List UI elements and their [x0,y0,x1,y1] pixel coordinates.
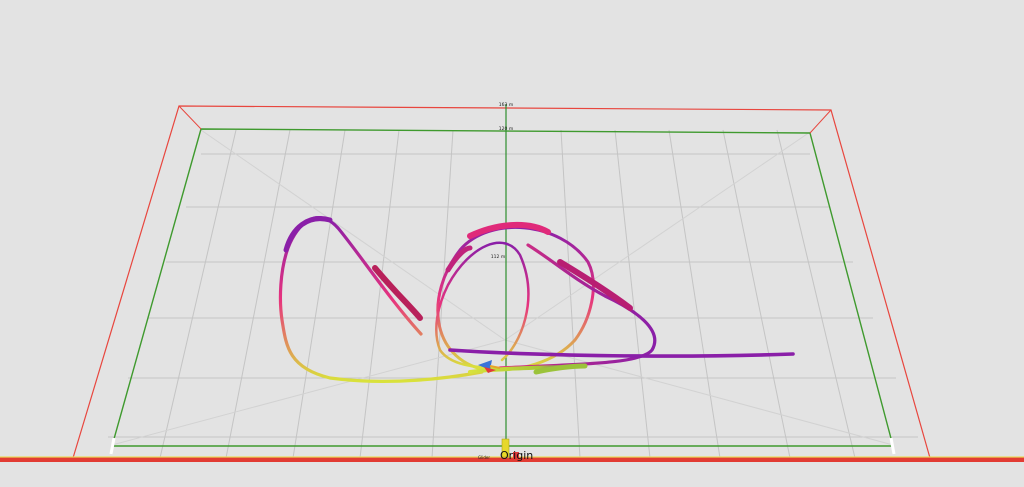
origin-sub-label: Glider [478,455,490,460]
far-top-label: 163 m [499,102,513,108]
floor-grid [108,129,918,459]
flight-track[interactable] [278,216,795,383]
track-left-peak-band [283,216,333,253]
far-second-label: 120 m [499,126,513,132]
3d-flight-viewport[interactable]: 163 m 120 m 112 m Origin Glider [0,0,1024,487]
track-left-loop-band [372,265,423,321]
track-left-loop [278,216,484,383]
scene-canvas[interactable]: 163 m 120 m 112 m Origin Glider [0,0,1024,487]
outer-boundary-box [72,105,931,459]
mid-label: 112 m [491,254,505,260]
origin-label: Origin [500,449,533,462]
inner-boundary-box [111,128,894,447]
track-long-tail [448,348,795,358]
